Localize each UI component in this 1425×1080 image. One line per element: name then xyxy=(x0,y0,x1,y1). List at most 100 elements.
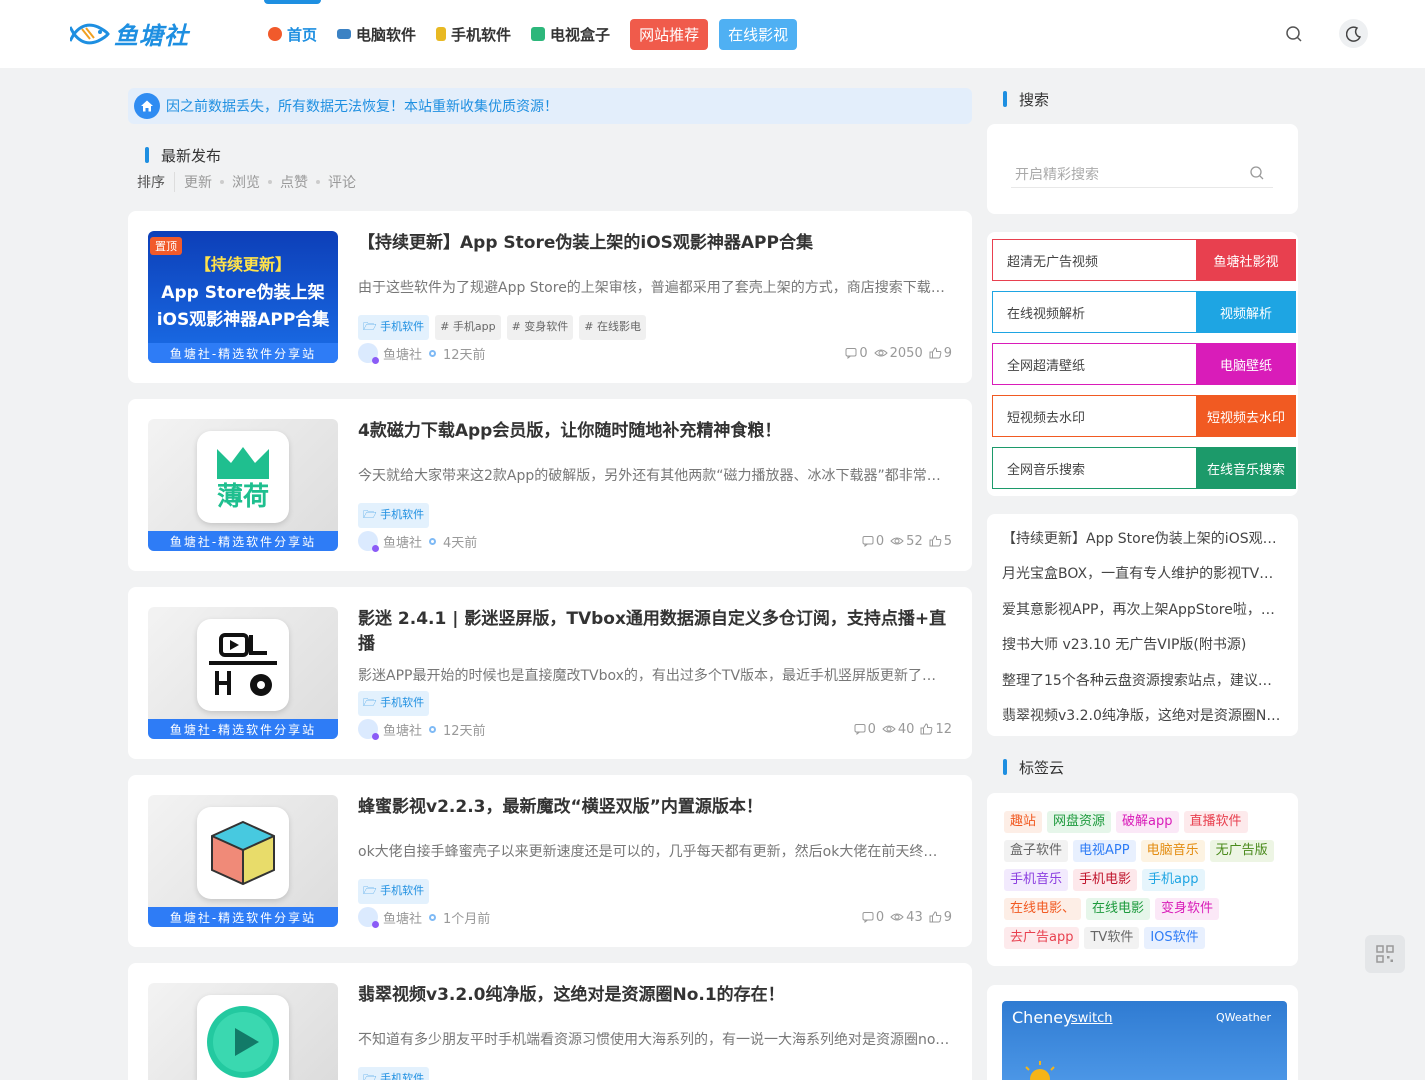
quick-link-text[interactable]: 全网音乐搜索 xyxy=(992,447,1196,489)
quick-link-row[interactable]: 在线视频解析 视频解析 xyxy=(992,291,1296,333)
cloud-tag[interactable]: 在线电影、 xyxy=(1004,898,1082,920)
post-title[interactable]: 影迷 2.4.1 | 影迷竖屏版，TVbox通用数据源自定义多仓订阅，支持点播+… xyxy=(358,607,954,657)
category-tag[interactable]: 🗁 手机软件 xyxy=(358,1067,430,1080)
weather-switch-link[interactable]: switch xyxy=(1071,1011,1113,1026)
post-thumbnail[interactable]: 置顶 【持续更新】 App Store伪装上架 iOS观影神器APP合集 鱼塘社… xyxy=(148,231,338,363)
post-title[interactable]: 翡翠视频v3.2.0纯净版，这绝对是资源圈No.1的存在！ xyxy=(358,983,954,1008)
like-count[interactable]: 5 xyxy=(929,534,952,549)
post-card[interactable]: 鱼塘社-精选软件分享站 影迷 2.4.1 | 影迷竖屏版，TVbox通用数据源自… xyxy=(128,587,972,759)
post-author[interactable]: 鱼塘社 xyxy=(383,908,422,927)
post-thumbnail[interactable]: 鱼塘社-精选软件分享站 xyxy=(148,795,338,927)
category-tag[interactable]: 🗁 手机软件 xyxy=(358,503,430,528)
post-thumbnail[interactable]: 薄荷 鱼塘社-精选软件分享站 xyxy=(148,419,338,551)
recent-post-link[interactable]: 爱其意影视APP，再次上架AppStore啦，快来下载 xyxy=(1002,599,1282,619)
sort-bar: 排序 更新 浏览 点赞 评论 xyxy=(137,172,356,192)
post-title[interactable]: 蜂蜜影视v2.2.3，最新魔改“横竖双版”内置源版本！ xyxy=(358,795,954,820)
quick-link-text[interactable]: 超清无广告视频 xyxy=(992,239,1196,281)
sort-comments[interactable]: 评论 xyxy=(328,172,356,192)
recent-post-link[interactable]: 翡翠视频v3.2.0纯净版，这绝对是资源圈No.1的存在！ xyxy=(1002,705,1282,725)
avatar[interactable] xyxy=(358,343,379,364)
like-count[interactable]: 12 xyxy=(920,722,952,737)
recent-post-link[interactable]: 整理了15个各种云盘资源搜索站点，建议收藏 xyxy=(1002,670,1282,690)
cloud-tag[interactable]: 在线电影 xyxy=(1086,898,1151,920)
quick-link-row[interactable]: 短视频去水印 短视频去水印 xyxy=(992,395,1296,437)
post-card[interactable]: 薄荷 鱼塘社-精选软件分享站 4款磁力下载App会员版，让你随时随地补充精神食粮… xyxy=(128,399,972,571)
post-thumbnail[interactable] xyxy=(148,983,338,1080)
sort-updated[interactable]: 更新 xyxy=(184,172,212,192)
site-logo[interactable]: 鱼塘社 xyxy=(70,16,189,51)
cloud-tag[interactable]: 趣站 xyxy=(1004,811,1043,833)
nav-mobile-software[interactable]: 手机软件 xyxy=(436,0,511,68)
like-count[interactable]: 9 xyxy=(929,346,952,361)
like-count[interactable]: 9 xyxy=(929,910,952,925)
quick-link-button[interactable]: 视频解析 xyxy=(1196,291,1296,333)
post-title[interactable]: 4款磁力下载App会员版，让你随时随地补充精神食粮！ xyxy=(358,419,954,444)
cloud-tag[interactable]: IOS软件 xyxy=(1144,927,1205,949)
quick-link-button[interactable]: 电脑壁纸 xyxy=(1196,343,1296,385)
cloud-tag[interactable]: 手机电影 xyxy=(1073,869,1138,891)
quick-link-text[interactable]: 短视频去水印 xyxy=(992,395,1196,437)
post-author[interactable]: 鱼塘社 xyxy=(383,344,422,363)
avatar[interactable] xyxy=(358,531,379,552)
post-card[interactable]: 鱼塘社-精选软件分享站 蜂蜜影视v2.2.3，最新魔改“横竖双版”内置源版本！ … xyxy=(128,775,972,947)
meta-dot xyxy=(429,725,437,733)
cloud-tag[interactable]: 直播软件 xyxy=(1183,811,1248,833)
cloud-tag[interactable]: 破解app xyxy=(1116,811,1179,833)
quick-link-row[interactable]: 全网超清壁纸 电脑壁纸 xyxy=(992,343,1296,385)
sidebar-search-card: 开启精彩搜索 xyxy=(987,124,1298,214)
nav-tv-box[interactable]: 电视盒子 xyxy=(531,0,610,68)
avatar[interactable] xyxy=(358,907,379,928)
recent-post-link[interactable]: 【持续更新】App Store伪装上架的iOS观影神器APP合集 xyxy=(1002,528,1282,548)
avatar[interactable] xyxy=(358,719,379,740)
post-card[interactable]: 置顶 【持续更新】 App Store伪装上架 iOS观影神器APP合集 鱼塘社… xyxy=(128,211,972,383)
nav-online-video-button[interactable]: 在线影视 xyxy=(719,18,798,50)
quick-link-text[interactable]: 全网超清壁纸 xyxy=(992,343,1196,385)
post-thumbnail[interactable]: 鱼塘社-精选软件分享站 xyxy=(148,607,338,739)
search-icon[interactable] xyxy=(1249,165,1265,181)
cloud-tag[interactable]: 变身软件 xyxy=(1155,898,1220,920)
post-author[interactable]: 鱼塘社 xyxy=(383,532,422,551)
eye-icon xyxy=(873,349,888,357)
category-tag[interactable]: 🗁 手机软件 xyxy=(358,879,430,904)
quick-link-button[interactable]: 在线音乐搜索 xyxy=(1196,447,1296,489)
quick-link-text[interactable]: 在线视频解析 xyxy=(992,291,1196,333)
cloud-tag[interactable]: 去广告app xyxy=(1004,927,1080,949)
cloud-tag[interactable]: 电脑音乐 xyxy=(1140,840,1205,862)
quick-link-button[interactable]: 鱼塘社影视 xyxy=(1196,239,1296,281)
dark-mode-toggle[interactable] xyxy=(1339,19,1368,48)
sort-likes[interactable]: 点赞 xyxy=(280,172,308,192)
quick-link-button[interactable]: 短视频去水印 xyxy=(1196,395,1296,437)
post-tag[interactable]: # 手机app xyxy=(435,315,501,340)
quick-link-row[interactable]: 全网音乐搜索 在线音乐搜索 xyxy=(992,447,1296,489)
search-icon[interactable] xyxy=(1284,24,1304,44)
quick-link-row[interactable]: 超清无广告视频 鱼塘社影视 xyxy=(992,239,1296,281)
nav-home[interactable]: 首页 xyxy=(263,0,322,68)
post-tag[interactable]: # 变身软件 xyxy=(506,315,574,340)
cloud-tag[interactable]: 手机app xyxy=(1142,869,1205,891)
post-card[interactable]: 翡翠视频v3.2.0纯净版，这绝对是资源圈No.1的存在！ 不知道有多少朋友平时… xyxy=(128,963,972,1080)
tagcloud-section-title: 标签云 xyxy=(1003,757,1064,778)
weather-brand: QWeather xyxy=(1216,1011,1271,1024)
cloud-tag[interactable]: 电视APP xyxy=(1073,840,1136,862)
post-author[interactable]: 鱼塘社 xyxy=(383,720,422,739)
nav-site-recommend-button[interactable]: 网站推荐 xyxy=(630,18,709,50)
post-title[interactable]: 【持续更新】App Store伪装上架的iOS观影神器APP合集 xyxy=(358,231,954,256)
sidebar-search-input[interactable]: 开启精彩搜索 xyxy=(1011,160,1273,188)
main-nav: 首页 电脑软件 手机软件 电视盒子 网站推荐 在线影视 xyxy=(263,0,808,68)
cloud-tag[interactable]: 盒子软件 xyxy=(1004,840,1069,862)
thumbnail-ribbon: 鱼塘社-精选软件分享站 xyxy=(148,907,338,927)
post-tag[interactable]: # 在线影电 xyxy=(579,315,646,340)
cloud-tag[interactable]: TV软件 xyxy=(1084,927,1140,949)
thumbnail-ribbon: 鱼塘社-精选软件分享站 xyxy=(148,531,338,551)
qr-code-button[interactable] xyxy=(1365,935,1405,973)
cloud-tag[interactable]: 网盘资源 xyxy=(1047,811,1112,833)
sort-separator xyxy=(316,180,320,184)
sort-views[interactable]: 浏览 xyxy=(232,172,260,192)
cloud-tag[interactable]: 手机音乐 xyxy=(1004,869,1069,891)
category-tag[interactable]: 🗁 手机软件 xyxy=(358,691,430,716)
category-tag[interactable]: 🗁 手机软件 xyxy=(358,315,430,340)
nav-pc-software[interactable]: 电脑软件 xyxy=(337,0,416,68)
recent-post-link[interactable]: 搜书大师 v23.10 无广告VIP版(附书源) xyxy=(1002,634,1282,654)
cloud-tag[interactable]: 无广告版 xyxy=(1209,840,1274,862)
recent-post-link[interactable]: 月光宝盒BOX，一直有专人维护的影视TV盒子 xyxy=(1002,563,1282,583)
